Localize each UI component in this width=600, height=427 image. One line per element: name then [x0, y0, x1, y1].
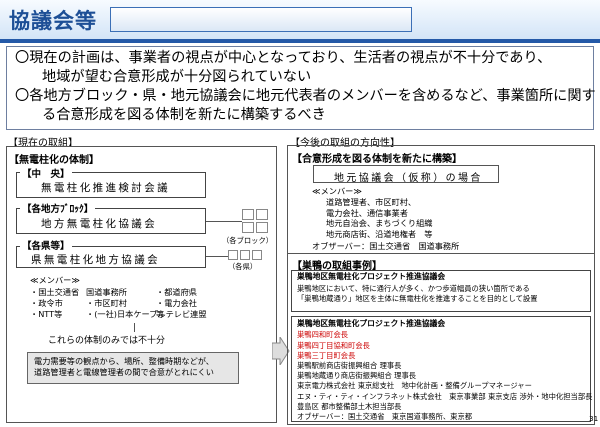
member-item: 等	[156, 309, 165, 319]
example-box-1-line-1: 巣鴨地区において、特に通行人が多く、かつ歩道幅員の狭い箇所である	[297, 284, 530, 294]
example-member-item: エヌ・ティ・ティ・インフラネット株式会社 東京事業部 東京支店 渉外・地中化担当…	[297, 391, 593, 401]
example-box-1-line-2: 「巣鴨地蔵通り」地区を主体に無電柱化を推進することを目的として設置	[297, 293, 538, 303]
connector	[206, 256, 228, 257]
prefecture-note: （各県）	[228, 262, 258, 271]
connector	[206, 221, 242, 222]
consensus-members-heading: ≪メンバー≫	[312, 186, 362, 196]
member-item: ・(一社)日本ケーブルテレビ連盟	[86, 309, 207, 319]
problem-line-1: 電力需要等の観点から、場所、整備時期などが、	[34, 356, 214, 366]
consensus-members-list: 道路管理者、市区町村、 電力会社、通信事業者 地元自治会、まちづくり組織 地元商店街、…	[326, 197, 432, 239]
prefecture-tag: 【各県等】	[20, 238, 72, 252]
regional-small-box	[256, 209, 268, 220]
title-underline	[0, 39, 600, 43]
bullet-icon: 〇	[15, 50, 30, 66]
title-bar: 協議会等	[0, 0, 600, 40]
prefecture-small-box	[252, 250, 262, 260]
example-member-item: 巣鴨四丁目協和町会長	[297, 340, 370, 350]
title-decoration-box	[110, 7, 412, 32]
member-item: ・都道府県	[156, 287, 197, 297]
example-member-item: 巣鴨三丁目町会長	[297, 350, 356, 360]
summary-line-1-cont: 地域が望む合意形成が十分図られていない	[42, 69, 312, 85]
example-box-2: 巣鴨地区無電柱化プロジェクト推進協議会 巣鴨四和町会長 巣鴨四丁目協和町会長 巣鴨三…	[291, 316, 593, 422]
regional-small-box	[242, 222, 254, 233]
consensus-member-item: 電力会社、通信事業者	[326, 207, 408, 218]
consensus-observer: オブザーバー：国土交通省 国道事務所	[312, 241, 460, 251]
example-member-item: オブザーバー：国土交通省 東京国道事務所、東京都	[297, 412, 473, 422]
member-item: ・国土交通省	[30, 287, 80, 297]
consensus-title: 【合意形成を図る体制を新たに構築】	[292, 154, 462, 165]
consensus-member-item: 地元自治会、まちづくり組織	[326, 218, 433, 228]
problem-line-2: 道路管理者と電線管理者の間で合意がとれにくい	[34, 366, 214, 377]
central-tag: 【中 央】	[20, 166, 72, 180]
member-item: 国道事務所	[86, 287, 127, 297]
local-council-box: 地元協議会（仮称）の場合	[313, 165, 499, 184]
regional-note: （各ブロック）	[222, 236, 274, 245]
example-member-item: 豊島区 都市整備部土木担当部長	[297, 401, 402, 411]
member-item: ・政令市	[30, 298, 63, 308]
example-box-1-title: 巣鴨地区無電柱化プロジェクト推進協議会	[297, 272, 446, 281]
example-member-item: 東京電力株式会社 東京総支社 地中化計画・整備グループマネージャー	[297, 381, 532, 391]
member-item: ・市区町村	[86, 298, 127, 308]
summary-line-2: 〇各地方ブロック・県・地元協議会に地元代表者のメンバーを含めるなど、事業箇所に関…	[15, 88, 596, 104]
summary-box: 〇現在の計画は、事業者の視点が中心となっており、生活者の視点が不十分であり、 地…	[6, 46, 596, 130]
example-member-item: 巣鴨地蔵通り商店街振興組合 理事長	[297, 371, 417, 381]
regional-tag: 【各地方ﾌﾞﾛｯｸ】	[20, 201, 96, 215]
insufficient-note: これらの体制のみでは不十分	[48, 336, 166, 346]
page-number: 31	[589, 414, 599, 423]
problem-box: 電力需要等の観点から、場所、整備時期などが、 道路管理者と電線管理者の間で合意が…	[27, 352, 239, 384]
example-members-list: 巣鴨四和町会長 巣鴨四丁目協和町会長 巣鴨三丁目町会長 巣鴨駅前商店街振興組合 理事長…	[297, 330, 593, 422]
prefecture-small-box	[240, 250, 250, 260]
structure-title: 【無電柱化の体制】	[9, 155, 99, 166]
member-item: ・電力会社	[156, 298, 197, 308]
consensus-member-item: 道路管理者、市区町村、	[326, 197, 417, 207]
prefecture-small-box	[228, 250, 238, 260]
example-member-item: 巣鴨駅前商店街振興組合 理事長	[297, 361, 402, 371]
summary-line-1: 〇現在の計画は、事業者の視点が中心となっており、生活者の視点が不十分であり、	[15, 50, 552, 66]
example-member-item: 巣鴨四和町会長	[297, 330, 349, 340]
example-box-2-title: 巣鴨地区無電柱化プロジェクト推進協議会	[297, 319, 446, 328]
regional-small-box	[256, 222, 268, 233]
page-title: 協議会等	[9, 9, 97, 33]
regional-small-box	[242, 209, 254, 220]
divider	[288, 253, 594, 254]
example-box-1: 巣鴨地区無電柱化プロジェクト推進協議会 巣鴨地区において、特に通行人が多く、かつ…	[291, 270, 591, 312]
members-heading: ≪メンバー≫	[30, 275, 80, 285]
arrow-line	[134, 323, 135, 332]
member-item: ・NTT等	[30, 309, 63, 319]
consensus-member-item: 地元商店街、沿道地権者 等	[326, 228, 433, 239]
bullet-icon: 〇	[15, 88, 30, 104]
summary-line-2-cont: る合意形成を図る体制を新たに構築するべき	[42, 107, 326, 123]
